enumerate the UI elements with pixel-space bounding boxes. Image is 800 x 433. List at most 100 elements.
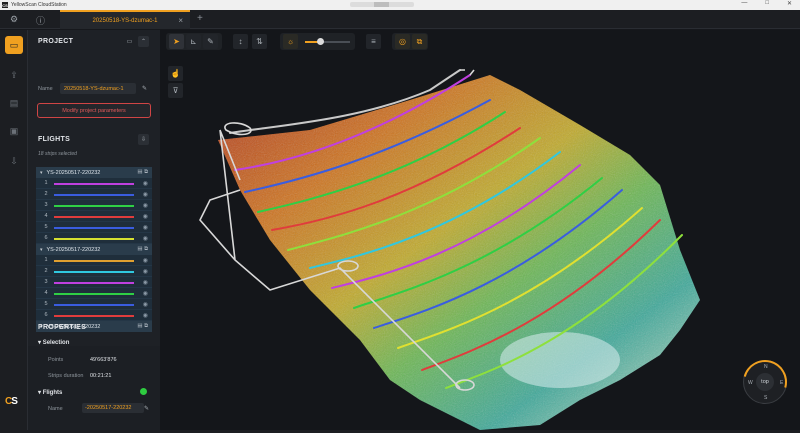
visibility-eye-icon[interactable]: ◉ — [143, 257, 148, 264]
visibility-eye-icon[interactable]: ◉ — [143, 301, 148, 308]
cursor-hand-icon[interactable]: ☝ — [168, 66, 183, 81]
strip-row[interactable]: 5 ◉ — [36, 299, 152, 310]
expand-icon[interactable]: ▾ — [40, 247, 43, 253]
close-tab-icon[interactable]: × — [178, 16, 183, 25]
visibility-eye-icon[interactable]: ◉ — [143, 235, 148, 242]
strip-number: 6 — [44, 235, 48, 241]
flight-group-header[interactable]: ▾ YS-20250517-220232 ▤ ⧉ — [36, 244, 152, 255]
strip-row[interactable]: 1 ◉ — [36, 255, 152, 266]
maximize-icon[interactable]: □ — [765, 0, 769, 7]
strip-row[interactable]: 6 ◉ — [36, 233, 152, 244]
logo-s: S — [11, 396, 18, 407]
strip-number: 1 — [44, 180, 48, 186]
strip-row[interactable]: 6 ◉ — [36, 310, 152, 321]
height-icon[interactable]: ↕ — [233, 34, 248, 49]
strip-color-line — [54, 260, 134, 262]
strip-number: 2 — [44, 268, 48, 274]
project-title: PROJECT — [38, 38, 74, 45]
group-actions-icon[interactable]: ▤ ⧉ — [137, 169, 148, 176]
folder-open-icon[interactable]: ▭ — [124, 36, 135, 47]
measure-icon[interactable]: ⊾ — [186, 34, 201, 49]
strip-row[interactable]: 4 ◉ — [36, 211, 152, 222]
pen-icon[interactable]: ✎ — [203, 34, 218, 49]
compass-top-button[interactable]: top — [756, 373, 774, 391]
strip-color-line — [54, 271, 134, 273]
flights-header[interactable]: ▾ Flights — [38, 389, 62, 396]
sun-icon[interactable]: ☼ — [283, 34, 298, 49]
strip-number: 5 — [44, 224, 48, 230]
slider-knob[interactable] — [317, 38, 324, 45]
strip-number: 1 — [44, 257, 48, 263]
minimize-icon[interactable]: — — [741, 0, 747, 7]
visibility-eye-icon[interactable]: ◉ — [143, 224, 148, 231]
import-flight-icon[interactable]: ⇩ — [138, 134, 149, 145]
point-cloud-view[interactable] — [160, 30, 800, 430]
visibility-eye-icon[interactable]: ◉ — [143, 202, 148, 209]
visibility-eye-icon[interactable]: ◉ — [143, 290, 148, 297]
strip-color-line — [54, 293, 134, 295]
visibility-eye-icon[interactable]: ◉ — [143, 191, 148, 198]
strip-row[interactable]: 2 ◉ — [36, 266, 152, 277]
tab-project[interactable]: 20250518-YS-dzumac-1 × — [60, 10, 190, 29]
visibility-eye-icon[interactable]: ◉ — [143, 213, 148, 220]
strip-row[interactable]: 3 ◉ — [36, 277, 152, 288]
render-mode-a-icon[interactable]: ◎ — [395, 34, 410, 49]
view-compass[interactable]: top N W S E — [734, 351, 796, 413]
modify-project-button[interactable]: Modify project parameters — [37, 103, 151, 118]
flight-list: ▾ YS-20250517-220232 ▤ ⧉ 1 ◉ 2 ◉ 3 ◉ 4 ◉ 5 ◉ 6 ◉ ▾ YS-20… — [36, 167, 152, 343]
flight-group-name: YS-20250517-220232 — [46, 169, 101, 176]
viewport-toolbar: ➤ ⊾ ✎ ↕ ⇅ ☼ ≡ ◎ ⧉ — [160, 30, 800, 55]
strip-color-line — [54, 205, 134, 207]
strip-number: 4 — [44, 290, 48, 296]
group-actions-icon[interactable]: ▤ ⧉ — [137, 246, 148, 253]
flight-name-field[interactable]: -20250517-220232 — [82, 403, 144, 413]
close-window-icon[interactable]: ✕ — [787, 0, 792, 7]
elevation-icon[interactable]: ⇅ — [252, 34, 267, 49]
visibility-eye-icon[interactable]: ◉ — [143, 279, 148, 286]
title-search-pill[interactable] — [350, 2, 414, 7]
export-icon[interactable]: ⇩ — [5, 152, 23, 170]
strip-row[interactable]: 2 ◉ — [36, 189, 152, 200]
strip-row[interactable]: 4 ◉ — [36, 288, 152, 299]
info-icon[interactable]: ⓘ — [36, 14, 45, 27]
visibility-eye-icon[interactable]: ◉ — [143, 180, 148, 187]
strip-color-line — [54, 315, 134, 317]
flight-name-label: Name — [48, 406, 63, 412]
strip-number: 4 — [44, 213, 48, 219]
properties-title: PROPERTIES — [38, 324, 87, 331]
project-name-label: Name — [38, 86, 53, 92]
archive-icon[interactable]: ▣ — [5, 122, 23, 140]
3d-viewport[interactable]: ➤ ⊾ ✎ ↕ ⇅ ☼ ≡ ◎ ⧉ ☝ ⊽ top N W S E — [160, 30, 800, 430]
brightness-slider[interactable] — [305, 38, 350, 45]
strip-row[interactable]: 5 ◉ — [36, 222, 152, 233]
strip-number: 6 — [44, 312, 48, 318]
document-icon[interactable]: ▤ — [5, 94, 23, 112]
settings-icon[interactable]: ⚙ — [10, 14, 18, 25]
visibility-eye-icon[interactable]: ◉ — [143, 312, 148, 319]
group-actions-icon[interactable]: ▤ ⧉ — [137, 323, 148, 330]
flights-title: FLIGHTS — [38, 136, 71, 143]
upload-icon[interactable]: ⇪ — [5, 66, 23, 84]
visibility-eye-icon[interactable]: ◉ — [143, 268, 148, 275]
filter-icon[interactable]: ⊽ — [168, 83, 183, 98]
expand-icon[interactable]: ▾ — [40, 170, 43, 176]
edit-flight-icon[interactable]: ✎ — [141, 403, 152, 414]
project-name-field[interactable]: 20250518-YS-dzumac-1 — [60, 83, 136, 94]
points-label: Points — [48, 357, 64, 363]
selection-header[interactable]: ▾ Selection — [38, 339, 69, 346]
collapse-icon[interactable]: ⌃ — [138, 36, 149, 47]
folder-icon[interactable]: ▭ — [5, 36, 23, 54]
strip-color-line — [54, 216, 134, 218]
strip-number: 3 — [44, 202, 48, 208]
window-controls: — □ ✕ — [741, 0, 792, 7]
strip-row[interactable]: 1 ◉ — [36, 178, 152, 189]
app-icon: CS — [2, 2, 8, 8]
edit-icon[interactable]: ✎ — [139, 83, 150, 94]
flight-group-header[interactable]: ▾ YS-20250517-220232 ▤ ⧉ — [36, 167, 152, 178]
strip-color-line — [54, 194, 134, 196]
layers-icon[interactable]: ≡ — [366, 34, 381, 49]
pointer-icon[interactable]: ➤ — [169, 34, 184, 49]
render-mode-b-icon[interactable]: ⧉ — [412, 34, 427, 49]
add-tab-button[interactable]: + — [197, 13, 203, 24]
strip-row[interactable]: 3 ◉ — [36, 200, 152, 211]
